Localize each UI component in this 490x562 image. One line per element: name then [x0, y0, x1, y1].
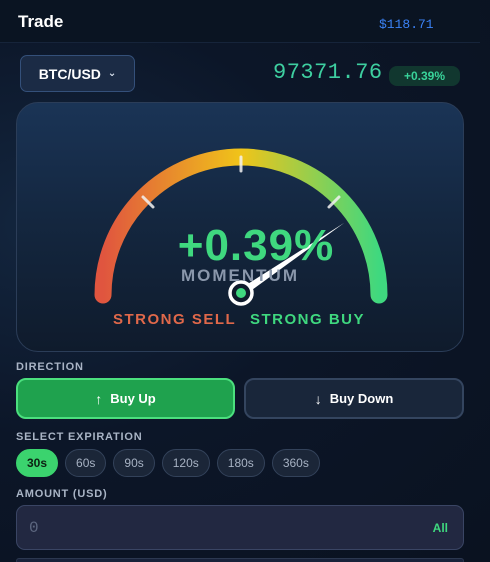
- current-price: 97371.76: [273, 60, 383, 85]
- buy-down-button[interactable]: ↓ Buy Down: [244, 378, 464, 419]
- price-change-badge: +0.39%: [389, 66, 460, 86]
- arrow-down-icon: ↓: [314, 390, 322, 407]
- amount-all-button[interactable]: All: [433, 521, 448, 535]
- buy-up-label: Buy Up: [110, 391, 156, 406]
- expiration-option-360s[interactable]: 360s: [271, 449, 320, 477]
- buy-up-button[interactable]: ↑ Buy Up: [16, 378, 235, 419]
- amount-input[interactable]: [29, 517, 409, 539]
- expiration-option-180s[interactable]: 180s: [216, 449, 265, 477]
- top-bar: Trade $118.71: [0, 0, 480, 43]
- expiration-option-30s[interactable]: 30s: [16, 449, 59, 477]
- strong-buy-label: STRONG BUY: [250, 311, 366, 328]
- arrow-up-icon: ↑: [95, 390, 103, 407]
- momentum-gauge-card: +0.39% MOMENTUM STRONG SELL STRONG BUY: [16, 102, 464, 352]
- amount-label: AMOUNT (USD): [16, 488, 108, 500]
- amount-field: All: [16, 505, 464, 550]
- expiration-label: SELECT EXPIRATION: [16, 431, 143, 443]
- pair-label: BTC/USD: [38, 65, 101, 82]
- buy-down-label: Buy Down: [329, 391, 394, 406]
- expiration-option-60s[interactable]: 60s: [65, 449, 107, 477]
- strong-sell-label: STRONG SELL: [113, 311, 237, 328]
- page-title: Trade: [18, 12, 64, 31]
- momentum-caption: MOMENTUM: [181, 266, 299, 285]
- gauge-pivot-dot: [236, 288, 246, 298]
- next-section-edge: [16, 558, 464, 562]
- chevron-down-icon: ⌄: [107, 68, 117, 79]
- direction-label: DIRECTION: [16, 361, 84, 373]
- expiration-option-90s[interactable]: 90s: [113, 449, 155, 477]
- expiration-options: 30s 60s 90s 120s 180s 360s: [16, 449, 320, 477]
- expiration-option-120s[interactable]: 120s: [161, 449, 210, 477]
- account-balance: $118.71: [379, 17, 434, 32]
- pair-selector[interactable]: BTC/USD ⌄: [20, 55, 135, 92]
- momentum-value: +0.39%: [177, 221, 335, 270]
